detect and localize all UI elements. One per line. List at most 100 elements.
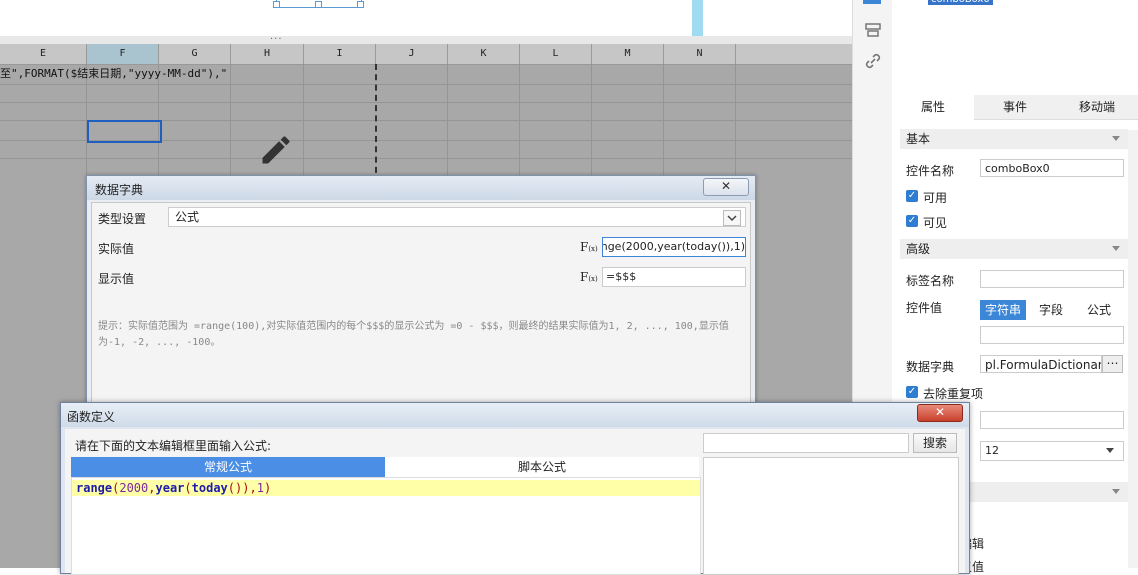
section-advanced[interactable]: 高级	[900, 239, 1128, 259]
punctuation: ,	[148, 481, 156, 495]
panel-tabs: 属性 事件 移动端	[892, 95, 1138, 120]
column-header-n[interactable]: N	[664, 44, 736, 64]
hidden-option-field[interactable]	[980, 411, 1124, 429]
fx-sub: (x)	[588, 275, 598, 283]
chevron-down-icon[interactable]	[723, 210, 741, 226]
dialog-title-bar[interactable]: 数据字典 ✕	[87, 176, 755, 200]
number-literal: 1	[256, 481, 264, 495]
dialog-title-bar[interactable]: 函数定义 ✕	[61, 403, 969, 427]
tab-script-formula[interactable]: 脚本公式	[385, 457, 699, 478]
cell-formula-text[interactable]: 至",FORMAT($结束日期,"yyyy-MM-dd"),"	[0, 65, 227, 81]
widget-tree: comboBox0	[892, 0, 1138, 95]
grid-line	[0, 84, 852, 85]
editor-prompt: 请在下面的文本编辑框里面输入公式:	[75, 439, 272, 453]
tree-node-combobox[interactable]: comboBox0	[928, 0, 993, 5]
display-value-field[interactable]: =$$$	[602, 267, 746, 287]
collapse-arrow-icon	[1112, 489, 1120, 494]
enabled-label: 可用	[923, 191, 948, 205]
visible-label: 可见	[923, 216, 948, 230]
dialog-body: 类型设置 公式 实际值 F(x) range(2000,year(today()…	[91, 202, 751, 436]
punctuation: ,	[249, 481, 257, 495]
column-header-row: E F G H I J K L M N	[0, 44, 852, 65]
section-basic[interactable]: 基本	[900, 129, 1128, 149]
visible-checkbox[interactable]: ✓	[906, 215, 918, 227]
tab-properties[interactable]: 属性	[892, 95, 974, 120]
resize-handle[interactable]	[273, 1, 280, 8]
column-header-m[interactable]: M	[592, 44, 664, 64]
formula-fx-icon[interactable]: F(x)	[580, 240, 598, 254]
tag-name-field[interactable]	[980, 270, 1124, 288]
dedupe-label: 去除重复项	[923, 387, 984, 401]
actual-value-text: range(2000,year(today()),1)	[602, 240, 745, 253]
column-header-k[interactable]: K	[448, 44, 520, 64]
search-button[interactable]: 搜索	[913, 433, 957, 453]
column-header-g[interactable]: G	[159, 44, 231, 64]
function-definition-dialog: 函数定义 ✕ 请在下面的文本编辑框里面输入公式: 搜索 常规公式 脚本公式 ra…	[60, 402, 970, 575]
control-value-label: 控件值	[906, 301, 943, 315]
function-keyword: range	[76, 481, 113, 495]
dedupe-checkbox[interactable]: ✓	[906, 386, 918, 398]
hint-text: 提示：实际值范围为 =range(100),对实际值范围内的每个$$$的显示公式…	[98, 321, 729, 348]
enabled-checkbox[interactable]: ✓	[906, 190, 918, 202]
active-cell[interactable]	[87, 120, 162, 143]
function-list[interactable]	[703, 457, 959, 575]
display-value-label: 显示值	[98, 272, 135, 286]
punctuation: (	[184, 481, 192, 495]
selected-widget-frame[interactable]	[273, 0, 364, 8]
control-name-field[interactable]: comboBox0	[980, 159, 1124, 177]
collapse-arrow-icon	[1112, 246, 1120, 251]
section-title: 基本	[906, 132, 931, 146]
component-icon[interactable]	[863, 0, 881, 4]
tab-mobile[interactable]: 移动端	[1056, 95, 1138, 119]
column-header-j[interactable]: J	[376, 44, 448, 64]
formula-editor[interactable]: range(2000,year(today()),1)	[71, 477, 701, 575]
close-icon[interactable]: ✕	[703, 178, 749, 196]
link-icon[interactable]	[863, 52, 883, 70]
layout-guide-bar	[692, 0, 703, 36]
function-keyword: year	[155, 481, 185, 495]
resize-handle[interactable]	[357, 1, 364, 8]
punctuation: )	[263, 481, 272, 495]
pencil-icon[interactable]	[258, 132, 294, 171]
type-select[interactable]: 公式	[168, 207, 746, 227]
column-header-i[interactable]: I	[304, 44, 376, 64]
number-literal: 2000	[119, 481, 149, 495]
function-search-input[interactable]	[703, 433, 909, 453]
dropdown-arrow-icon	[1106, 448, 1114, 453]
tab-events[interactable]: 事件	[974, 95, 1056, 119]
data-dictionary-dialog: 数据字典 ✕ 类型设置 公式 实际值 F(x) range(2000,year(…	[86, 175, 756, 437]
dialog-body: 请在下面的文本编辑框里面输入公式: 搜索 常规公式 脚本公式 range (200…	[65, 429, 965, 575]
mode-field-button[interactable]: 字段	[1028, 300, 1074, 320]
data-dictionary-field[interactable]: pl.FormulaDictionary	[980, 355, 1102, 373]
type-select-value: 公式	[175, 210, 200, 224]
close-icon[interactable]: ✕	[917, 404, 963, 422]
more-options-icon[interactable]: ⋯	[1102, 355, 1123, 373]
formula-code[interactable]: range(2000,year(today()),1)	[76, 481, 271, 495]
column-header-f[interactable]: F	[87, 44, 159, 64]
resize-handle[interactable]	[315, 1, 322, 8]
formula-fx-icon[interactable]: F(x)	[580, 270, 598, 284]
column-header-e[interactable]: E	[0, 44, 87, 64]
panel-splitter[interactable]	[0, 36, 852, 44]
dialog-title: 数据字典	[95, 183, 144, 197]
data-dictionary-label: 数据字典	[906, 360, 955, 374]
layers-icon[interactable]	[863, 22, 883, 40]
column-header-l[interactable]: L	[520, 44, 592, 64]
function-keyword: today	[191, 481, 228, 495]
font-size-value: 12	[985, 444, 999, 457]
type-label: 类型设置	[98, 212, 147, 226]
mode-string-button[interactable]: 字符串	[980, 300, 1026, 320]
font-size-select[interactable]: 12	[980, 441, 1124, 461]
fx-sub: (x)	[588, 245, 598, 253]
control-value-field[interactable]	[980, 326, 1124, 344]
tab-regular-formula[interactable]: 常规公式	[71, 457, 385, 477]
panel-scrollbar[interactable]	[1128, 130, 1138, 568]
dialog-title: 函数定义	[67, 410, 116, 424]
actual-value-label: 实际值	[98, 242, 135, 256]
actual-value-field[interactable]: range(2000,year(today()),1)	[602, 237, 746, 257]
mode-formula-button[interactable]: 公式	[1076, 300, 1122, 320]
grid-line	[0, 102, 852, 103]
designer-canvas[interactable]	[0, 0, 852, 36]
column-header-h[interactable]: H	[231, 44, 304, 64]
punctuation: (	[227, 481, 235, 495]
